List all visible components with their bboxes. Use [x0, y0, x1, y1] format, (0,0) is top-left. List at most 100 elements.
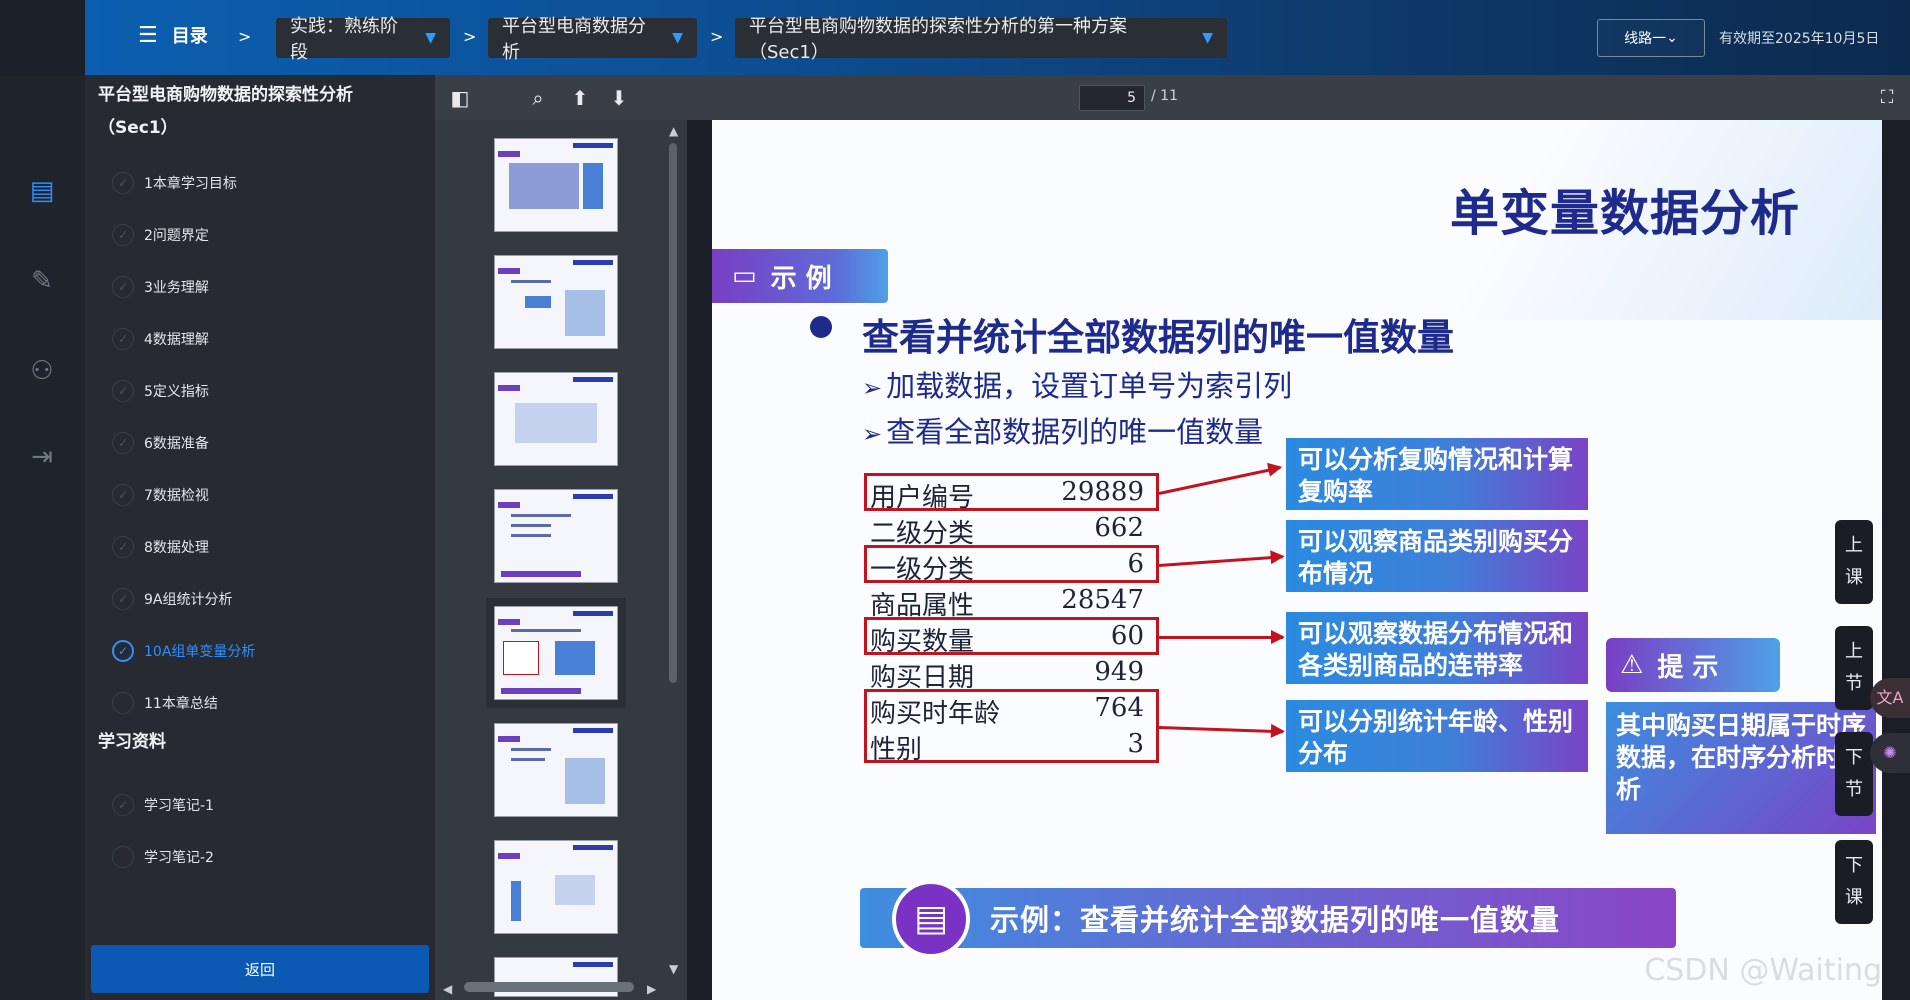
breadcrumb-separator: >	[463, 27, 477, 46]
breadcrumb-separator: >	[710, 27, 724, 46]
scroll-right-icon[interactable]: ▶	[647, 982, 656, 996]
breadcrumb-course[interactable]: 平台型电商数据分析 ▼	[488, 16, 697, 63]
check-icon: ✓	[112, 588, 134, 610]
bottom-caption: 示例：查看并统计全部数据列的唯一值数量	[860, 888, 1676, 948]
fullscreen-icon[interactable]: ⛶	[1874, 85, 1900, 111]
route-select[interactable]: 线路一 ⌄	[1597, 19, 1705, 57]
check-icon: ✓	[112, 484, 134, 506]
list-icon: ☰	[138, 22, 158, 48]
callout-box: 可以分析复购情况和计算复购率	[1286, 438, 1588, 510]
prev-section-button[interactable]: 上节	[1835, 626, 1873, 710]
chapter-item[interactable]: ✓ 2问题界定	[112, 220, 209, 250]
back-button[interactable]: 返回	[91, 945, 429, 993]
page-thumbnail[interactable]	[494, 372, 618, 466]
red-arrow	[1158, 555, 1283, 567]
document-view-icon: ▤	[892, 880, 970, 958]
highlight-box	[864, 473, 1159, 511]
check-icon: ✓	[112, 536, 134, 558]
next-section-button[interactable]: 下节	[1835, 732, 1873, 816]
edit-icon[interactable]: ✎	[26, 265, 58, 297]
scroll-down-icon[interactable]: ▼	[669, 962, 678, 976]
csdn-watermark: CSDN @Waiting	[1644, 953, 1882, 988]
tip-tag: ⚠ 提 示	[1606, 638, 1780, 692]
chapter-item[interactable]: 11本章总结	[112, 688, 218, 718]
caret-down-icon: ▼	[1202, 30, 1213, 46]
chapter-item[interactable]: ✓ 1本章学习目标	[112, 168, 237, 198]
check-icon: ✓	[112, 172, 134, 194]
check-icon: ✓	[112, 432, 134, 454]
page-total: / 11	[1151, 88, 1178, 104]
page-thumbnail[interactable]	[494, 138, 618, 232]
chapter-item[interactable]: ✓ 8数据处理	[112, 532, 209, 562]
sub-point: ➢ 查看全部数据列的唯一值数量	[862, 415, 1264, 449]
page-thumbnail[interactable]	[494, 489, 618, 583]
slide-title: 单变量数据分析	[1450, 185, 1801, 242]
page-thumbnail[interactable]	[494, 255, 618, 349]
highlight-box	[864, 617, 1159, 655]
chapter-item[interactable]: ✓ 4数据理解	[112, 324, 209, 354]
chevron-down-icon: ⌄	[1666, 30, 1678, 46]
catalog-label: 目录	[171, 26, 208, 47]
main-point: 查看并统计全部数据列的唯一值数量	[862, 316, 1454, 359]
translate-icon[interactable]: 文A	[1870, 678, 1910, 718]
thumbnail-hscrollbar[interactable]	[464, 982, 634, 992]
pdf-toolbar: ◧ ⌕ ⬆ ⬇ 5 / 11 ⛶	[435, 75, 1910, 120]
thumbnail-pane: ▲ ▼ ◀ ▶	[435, 120, 687, 1000]
warning-icon: ⚠	[1620, 650, 1644, 680]
people-icon[interactable]: ⚇	[26, 355, 58, 387]
lesson-title: 平台型电商购物数据的探索性分析（Sec1）	[98, 85, 353, 138]
chapter-item[interactable]: ✓ 3业务理解	[112, 272, 209, 302]
arrow-up-icon[interactable]: ⬆	[567, 85, 593, 111]
callout-box: 可以分别统计年龄、性别分布	[1286, 700, 1588, 772]
caret-down-icon: ▼	[425, 30, 436, 46]
page-thumbnail-current[interactable]	[486, 598, 626, 708]
material-item[interactable]: ✓ 学习笔记-1	[112, 790, 214, 820]
thumbnail-scrollbar[interactable]	[668, 143, 678, 683]
chapter-item[interactable]: ✓ 5定义指标	[112, 376, 209, 406]
check-icon: ✓	[112, 380, 134, 402]
highlight-box	[864, 689, 1159, 763]
check-icon: ✓	[112, 224, 134, 246]
page-thumbnail[interactable]	[494, 840, 618, 934]
chapter-item[interactable]: ✓ 9A组统计分析	[112, 584, 232, 614]
check-icon	[112, 846, 134, 868]
scroll-left-icon[interactable]: ◀	[443, 982, 452, 996]
example-tag: ▭ 示 例	[712, 249, 888, 303]
sub-point: ➢ 加载数据，设置订单号为索引列	[862, 369, 1293, 403]
callout-box: 可以观察数据分布情况和各类别商品的连带率	[1286, 612, 1588, 684]
exit-icon[interactable]: ⇥	[26, 441, 58, 473]
check-icon: ✓	[112, 794, 134, 816]
slide-page: 单变量数据分析 ▭ 示 例 查看并统计全部数据列的唯一值数量 ➢ 加载数据，设置订…	[712, 120, 1882, 1000]
monitor-icon: ▭	[732, 261, 757, 291]
next-lesson-button[interactable]: 下课	[1835, 840, 1873, 924]
chapter-item[interactable]: ✓ 6数据准备	[112, 428, 209, 458]
chapter-item-current[interactable]: ✓ 10A组单变量分析	[112, 636, 255, 666]
materials-heading: 学习资料	[98, 732, 166, 752]
check-icon: ✓	[112, 276, 134, 298]
check-icon: ✓	[112, 640, 134, 662]
document-icon[interactable]: ▤	[26, 175, 58, 207]
page-number-input[interactable]: 5	[1079, 85, 1145, 111]
arrow-right-icon: ➢	[862, 374, 883, 402]
sidebar-toggle-icon[interactable]: ◧	[447, 85, 473, 111]
material-item[interactable]: 学习笔记-2	[112, 842, 214, 872]
course-sidebar: 平台型电商购物数据的探索性分析（Sec1） ✓ 1本章学习目标 ✓ 2问题界定 ✓ 3…	[85, 75, 435, 1000]
breadcrumb-stage[interactable]: 实践：熟练阶段 ▼	[276, 16, 450, 63]
arrow-down-icon[interactable]: ⬇	[606, 85, 632, 111]
page-thumbnail[interactable]	[494, 723, 618, 817]
icon-rail: ▤ ✎ ⚇ ⇥	[0, 75, 85, 1000]
caret-down-icon: ▼	[672, 30, 683, 46]
top-header: ☰ 目录 > 实践：熟练阶段 ▼ > 平台型电商数据分析 ▼ > 平台型电商购物…	[0, 0, 1910, 75]
breadcrumb-separator: >	[238, 27, 252, 46]
ai-assistant-icon[interactable]: ✺	[1870, 733, 1910, 773]
catalog-button[interactable]: ☰ 目录	[138, 22, 208, 48]
check-icon	[112, 692, 134, 714]
red-arrow	[1159, 630, 1285, 644]
red-arrow	[1158, 466, 1281, 495]
prev-lesson-button[interactable]: 上课	[1835, 520, 1873, 604]
breadcrumb-lesson[interactable]: 平台型电商购物数据的探索性分析的第一种方案（Sec1） ▼	[735, 16, 1227, 63]
arrow-right-icon: ➢	[862, 420, 883, 448]
search-icon[interactable]: ⌕	[525, 85, 551, 111]
scroll-up-icon[interactable]: ▲	[669, 124, 678, 138]
chapter-item[interactable]: ✓ 7数据检视	[112, 480, 209, 510]
